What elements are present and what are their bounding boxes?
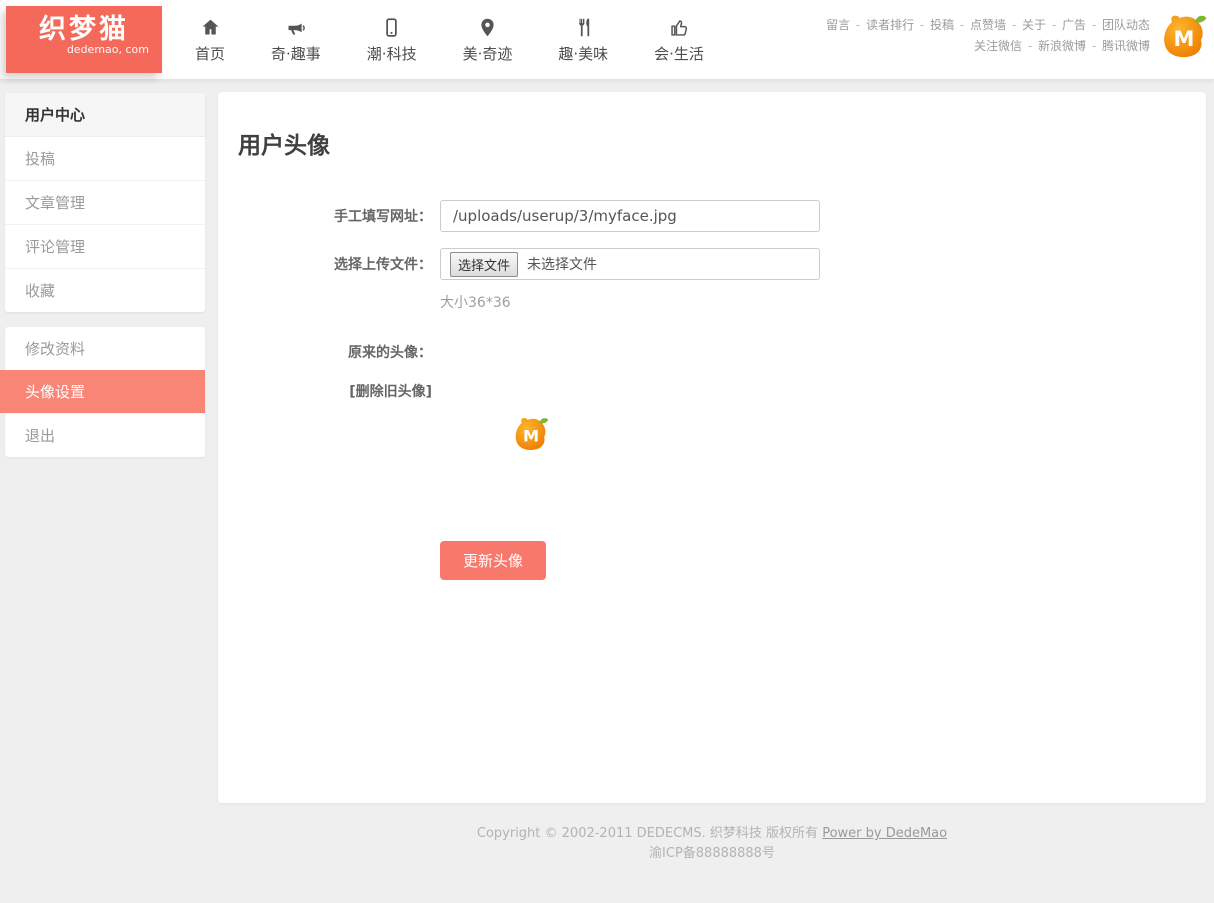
smartphone-icon (381, 16, 402, 38)
delete-old-avatar-link[interactable]: [删除旧头像] (349, 384, 432, 400)
power-by-link[interactable]: Power by DedeMao (822, 826, 947, 841)
main-card: 用户头像 手工填写网址： 选择上传文件： 选择文件 未选择文件 大小36*36 … (218, 92, 1206, 803)
sidebar-item[interactable]: 投稿 (5, 137, 205, 180)
update-avatar-button[interactable]: 更新头像 (440, 541, 546, 580)
sidebar-item[interactable]: 修改资料 (5, 327, 205, 370)
thumbs-up-icon (669, 16, 690, 38)
nav-label: 奇·趣事 (271, 43, 321, 64)
site-logo[interactable]: 织梦猫 dedemao, com (6, 6, 162, 73)
nav-item-home[interactable]: 首页 (172, 16, 248, 64)
utensils-icon (573, 16, 594, 38)
avatar-url-input[interactable] (440, 200, 820, 232)
link-separator: - (1024, 39, 1036, 53)
file-input[interactable]: 选择文件 未选择文件 (440, 248, 820, 280)
sidebar-section-title: 用户中心 (5, 93, 205, 137)
sidebar-item[interactable]: 收藏 (5, 268, 205, 312)
sidebar-item-active[interactable]: 头像设置 (0, 370, 205, 413)
copyright-line: Copyright © 2002-2011 DEDECMS. 织梦科技 版权所有… (218, 824, 1206, 844)
footer: Copyright © 2002-2011 DEDECMS. 织梦科技 版权所有… (218, 824, 1206, 864)
url-form-row: 手工填写网址： (218, 200, 1206, 232)
mascot-letter: M (1174, 27, 1195, 51)
header-links: 留言 - 读者排行 - 投稿 - 点赞墙 - 关于 - 广告 - 团队动态 关注… (826, 15, 1150, 57)
nav-label: 首页 (195, 43, 225, 64)
upload-form-row: 选择上传文件： 选择文件 未选择文件 (218, 248, 1206, 280)
header-link[interactable]: 关于 (1022, 18, 1046, 32)
link-separator: - (1008, 18, 1020, 32)
size-hint: 大小36*36 (440, 292, 1206, 312)
dedemao-cat-icon[interactable]: M (1160, 12, 1208, 62)
header-link[interactable]: 新浪微博 (1038, 39, 1086, 53)
sidebar: 用户中心 投稿文章管理评论管理收藏 修改资料头像设置退出 (5, 93, 205, 472)
nav-label: 美·奇迹 (463, 43, 513, 64)
upload-label: 选择上传文件： (218, 254, 432, 274)
sidebar-group-main: 投稿文章管理评论管理收藏 (5, 137, 205, 312)
nav-label: 会·生活 (654, 43, 704, 64)
sidebar-item[interactable]: 文章管理 (5, 180, 205, 224)
header-links-row2: 关注微信 - 新浪微博 - 腾讯微博 (826, 36, 1150, 57)
nav-item-tech[interactable]: 潮·科技 (344, 16, 440, 64)
nav-item-food[interactable]: 趣·美味 (535, 16, 631, 64)
site-header: 织梦猫 dedemao, com 首页 奇·趣事 潮·科技 美·奇迹 (0, 0, 1214, 80)
logo-subtitle: dedemao, com (6, 43, 162, 56)
home-icon (200, 16, 221, 38)
old-avatar-label: 原来的头像： (218, 342, 432, 362)
link-separator: - (956, 18, 968, 32)
link-separator: - (1048, 18, 1060, 32)
delete-old-row: [删除旧头像] (218, 381, 1206, 401)
nav-label: 趣·美味 (558, 43, 608, 64)
nav-label: 潮·科技 (367, 43, 417, 64)
link-separator: - (852, 18, 864, 32)
link-separator: - (1088, 18, 1100, 32)
icp-number: 渝ICP备88888888号 (218, 844, 1206, 864)
sidebar-group-account: 修改资料头像设置退出 (5, 327, 205, 457)
avatar-mascot-letter: M (523, 426, 539, 445)
main-nav: 首页 奇·趣事 潮·科技 美·奇迹 趣·美味 (172, 0, 727, 80)
header-link[interactable]: 投稿 (930, 18, 954, 32)
file-status-text: 未选择文件 (527, 254, 597, 274)
copyright-text: Copyright © 2002-2011 DEDECMS. 织梦科技 版权所有 (477, 826, 818, 841)
choose-file-button[interactable]: 选择文件 (450, 252, 518, 277)
sidebar-box-main: 用户中心 投稿文章管理评论管理收藏 (5, 93, 205, 312)
sidebar-item[interactable]: 评论管理 (5, 224, 205, 268)
header-link[interactable]: 留言 (826, 18, 850, 32)
logo-title: 织梦猫 (6, 15, 162, 45)
header-link[interactable]: 点赞墙 (970, 18, 1006, 32)
sidebar-box-account: 修改资料头像设置退出 (5, 327, 205, 457)
sidebar-item[interactable]: 退出 (5, 413, 205, 457)
page-title: 用户头像 (238, 126, 1206, 160)
url-label: 手工填写网址： (218, 206, 432, 226)
current-avatar-image: M (512, 416, 550, 453)
header-link[interactable]: 腾讯微博 (1102, 39, 1150, 53)
header-link[interactable]: 广告 (1062, 18, 1086, 32)
megaphone-icon (285, 16, 306, 38)
link-separator: - (1088, 39, 1100, 53)
header-link[interactable]: 读者排行 (866, 18, 914, 32)
location-pin-icon (477, 16, 498, 38)
header-link[interactable]: 团队动态 (1102, 18, 1150, 32)
header-link[interactable]: 关注微信 (974, 39, 1022, 53)
nav-item-life[interactable]: 会·生活 (631, 16, 727, 64)
link-separator: - (916, 18, 928, 32)
old-avatar-row: 原来的头像： (218, 342, 1206, 362)
nav-item-fun[interactable]: 奇·趣事 (248, 16, 344, 64)
header-links-row1: 留言 - 读者排行 - 投稿 - 点赞墙 - 关于 - 广告 - 团队动态 (826, 15, 1150, 36)
nav-item-wonder[interactable]: 美·奇迹 (440, 16, 536, 64)
